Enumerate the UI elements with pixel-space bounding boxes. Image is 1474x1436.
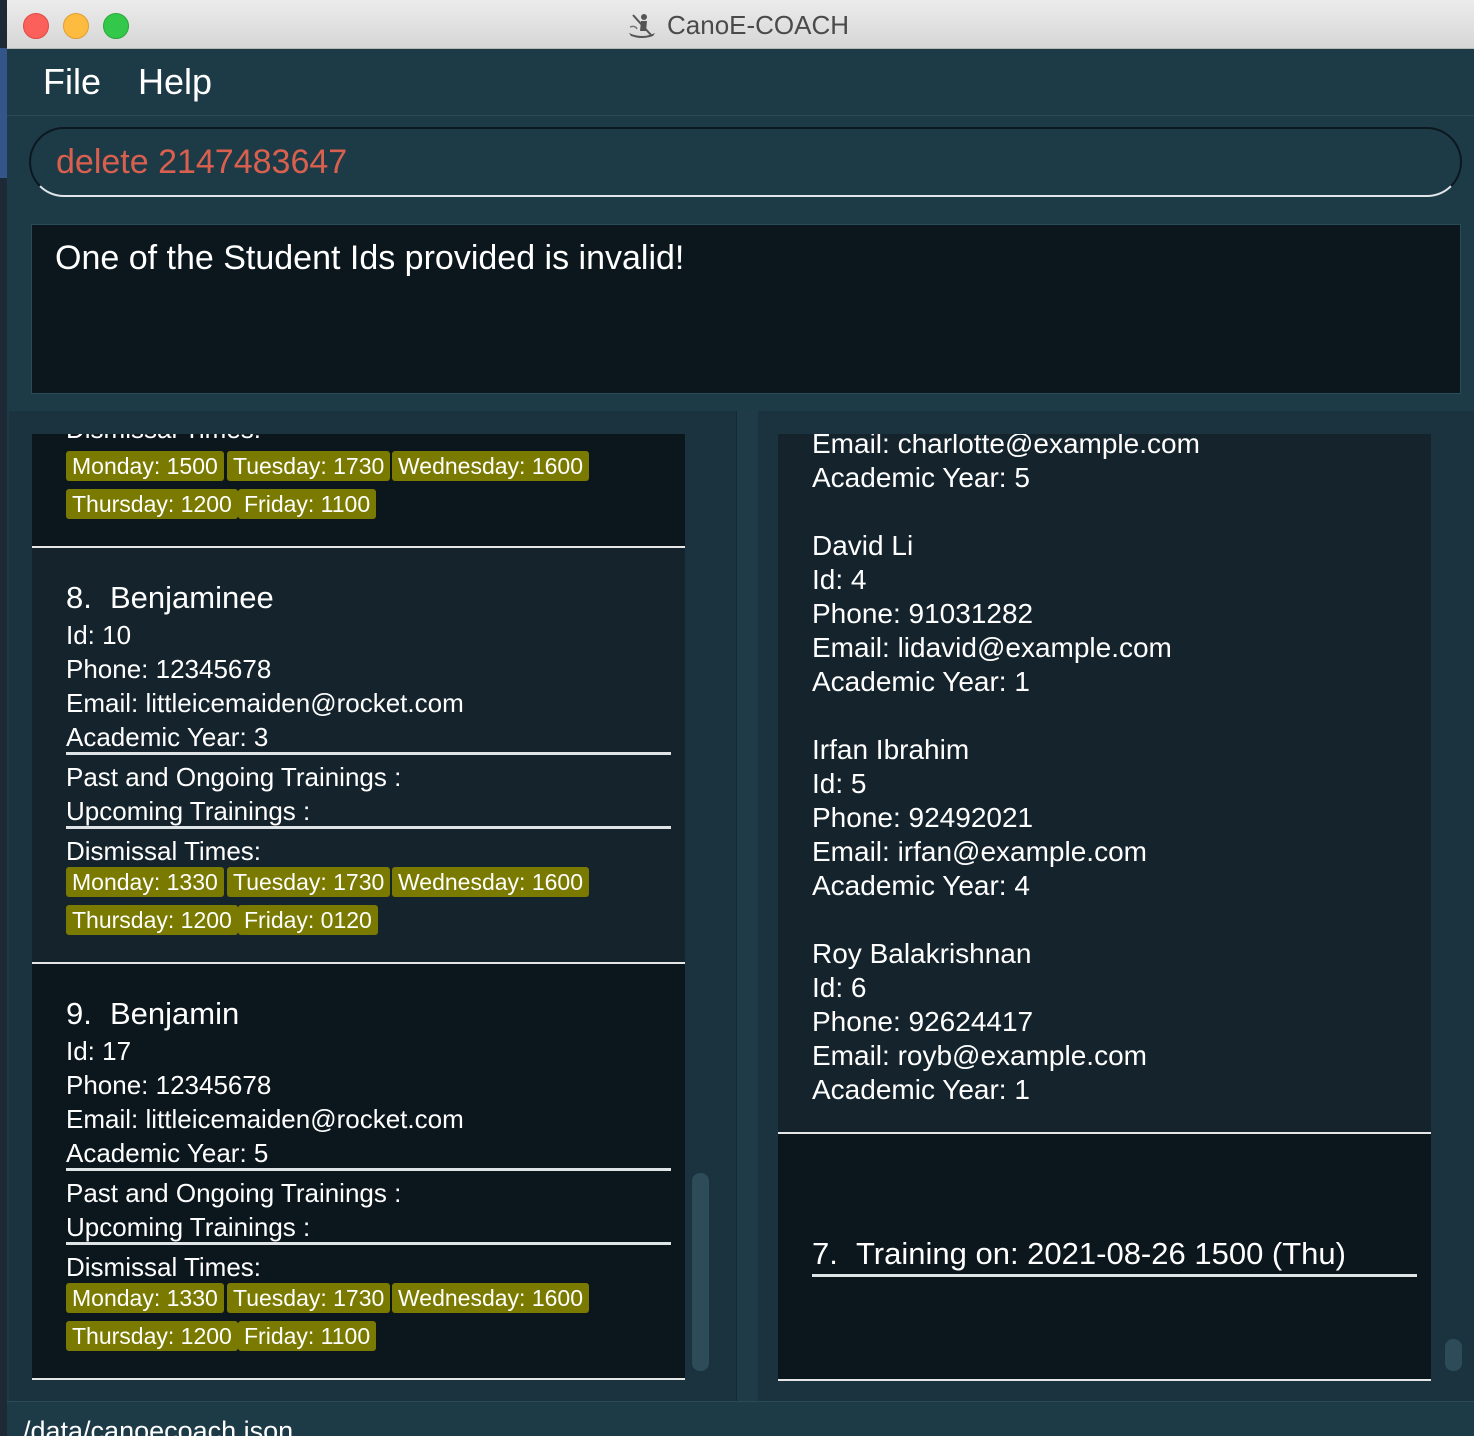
close-window-button[interactable] xyxy=(23,13,49,39)
attendee-id: Id: 5 xyxy=(812,768,867,799)
menu-bar: File Help xyxy=(7,49,1474,115)
dismissal-tag: Wednesday: 1600 xyxy=(392,867,589,897)
background-window-edge xyxy=(0,0,7,1436)
section-rule xyxy=(66,752,671,755)
dismissal-tag: Tuesday: 1730 xyxy=(227,1283,391,1313)
dismissal-tag: Wednesday: 1600 xyxy=(392,1283,589,1313)
student-card[interactable]: 8. Benjaminee Id: 10 Phone: 12345678 Ema… xyxy=(32,548,685,964)
dismissal-tag: Monday: 1330 xyxy=(66,867,224,897)
result-display: One of the Student Ids provided is inval… xyxy=(31,224,1461,394)
attendee-id: Id: 4 xyxy=(812,564,867,595)
student-phone: Phone: 12345678 xyxy=(66,654,272,684)
student-list-panel: Dismissal Times: Monday: 1500 Tuesday: 1… xyxy=(9,411,736,1401)
title-bar: CanoE-COACH xyxy=(7,0,1474,49)
section-rule xyxy=(66,1168,671,1171)
dismissal-times-label: Dismissal Times: xyxy=(66,836,262,866)
training-list-viewport[interactable]: Email: charlotte@example.com Academic Ye… xyxy=(778,434,1431,1381)
split-pane-divider[interactable] xyxy=(736,411,760,1401)
command-input[interactable]: delete 2147483647 xyxy=(29,127,1462,197)
past-trainings-label: Past and Ongoing Trainings : xyxy=(66,1178,402,1208)
student-id: Id: 10 xyxy=(66,620,132,650)
dismissal-tag: Monday: 1330 xyxy=(66,1283,224,1313)
minimize-window-button[interactable] xyxy=(63,13,89,39)
student-card-partial[interactable]: Dismissal Times: Monday: 1500 Tuesday: 1… xyxy=(32,434,685,548)
result-display-area: One of the Student Ids provided is inval… xyxy=(7,211,1474,411)
past-trainings-label: Past and Ongoing Trainings : xyxy=(66,762,402,792)
section-rule xyxy=(66,1242,671,1245)
attendee-academic-year: Academic Year: 1 xyxy=(812,666,1030,697)
training-index: 7. xyxy=(812,1236,838,1271)
attendee-name: Irfan Ibrahim xyxy=(812,734,970,765)
attendee-academic-year: Academic Year: 5 xyxy=(812,462,1030,493)
student-index: 8. xyxy=(66,580,92,615)
section-rule xyxy=(66,826,671,829)
window-title: CanoE-COACH xyxy=(667,9,850,40)
attendee-name: David Li xyxy=(812,530,914,561)
attendee-academic-year: Academic Year: 1 xyxy=(812,1074,1030,1105)
status-bar: /data/canoecoach.json xyxy=(7,1401,1474,1436)
app-window: CanoE-COACH File Help delete 2147483647 … xyxy=(7,0,1474,1436)
dismissal-times-label: Dismissal Times: xyxy=(66,434,261,445)
training-title: Training on: 2021-08-26 1500 (Thu) xyxy=(856,1236,1346,1271)
dismissal-tag: Wednesday: 1600 xyxy=(392,451,589,481)
training-card[interactable]: Email: charlotte@example.com Academic Ye… xyxy=(778,434,1431,1134)
canoe-icon xyxy=(629,14,655,38)
attendee-email: Email: royb@example.com xyxy=(812,1040,1147,1071)
attendee-phone: Phone: 92624417 xyxy=(812,1006,1034,1037)
dismissal-tag: Tuesday: 1730 xyxy=(227,867,391,897)
attendee-name: Roy Balakrishnan xyxy=(812,938,1032,969)
dismissal-tag: Tuesday: 1730 xyxy=(227,451,391,481)
dismissal-tag: Friday: 1100 xyxy=(238,489,377,519)
attendee-id: Id: 6 xyxy=(812,972,867,1003)
student-name: Benjamin xyxy=(110,996,240,1031)
maximize-window-button[interactable] xyxy=(103,13,129,39)
command-box-area: delete 2147483647 xyxy=(7,115,1474,212)
student-id: Id: 17 xyxy=(66,1036,132,1066)
student-name: Benjaminee xyxy=(110,580,274,615)
student-card[interactable]: 9. Benjamin Id: 17 Phone: 12345678 Email… xyxy=(32,964,685,1380)
student-index: 9. xyxy=(66,996,92,1031)
student-list-scrollbar[interactable] xyxy=(692,1173,709,1371)
training-list-scrollbar[interactable] xyxy=(1445,1339,1462,1371)
dismissal-tag: Monday: 1500 xyxy=(66,451,224,481)
upcoming-trainings-label: Upcoming Trainings : xyxy=(66,796,311,826)
training-list-panel: Email: charlotte@example.com Academic Ye… xyxy=(758,411,1474,1401)
attendee-phone: Phone: 92492021 xyxy=(812,802,1034,833)
student-list-viewport[interactable]: Dismissal Times: Monday: 1500 Tuesday: 1… xyxy=(32,434,685,1381)
dismissal-tag: Thursday: 1200 xyxy=(66,905,238,935)
student-phone: Phone: 12345678 xyxy=(66,1070,272,1100)
save-location: /data/canoecoach.json xyxy=(23,1416,294,1436)
dismissal-tag: Friday: 1100 xyxy=(238,1321,377,1351)
student-academic-year: Academic Year: 3 xyxy=(66,722,269,752)
student-academic-year: Academic Year: 5 xyxy=(66,1138,269,1168)
card-separator xyxy=(778,1379,1431,1381)
section-rule xyxy=(812,1274,1417,1277)
attendee-email: Email: irfan@example.com xyxy=(812,836,1147,867)
background-window-highlight xyxy=(0,48,7,178)
command-input-text: delete 2147483647 xyxy=(56,143,348,181)
attendee-phone: Phone: 91031282 xyxy=(812,598,1034,629)
training-card[interactable]: 7. Training on: 2021-08-26 1500 (Thu) xyxy=(778,1134,1431,1381)
dismissal-times-label: Dismissal Times: xyxy=(66,1252,262,1282)
list-panels: Dismissal Times: Monday: 1500 Tuesday: 1… xyxy=(7,411,1474,1401)
dismissal-tag: Thursday: 1200 xyxy=(66,1321,238,1351)
attendee-email: Email: charlotte@example.com xyxy=(812,434,1200,459)
menu-file[interactable]: File xyxy=(43,61,101,103)
upcoming-trainings-label: Upcoming Trainings : xyxy=(66,1212,311,1242)
student-email: Email: littleicemaiden@rocket.com xyxy=(66,1104,464,1134)
student-email: Email: littleicemaiden@rocket.com xyxy=(66,688,464,718)
dismissal-tag: Friday: 0120 xyxy=(238,905,378,935)
result-message: One of the Student Ids provided is inval… xyxy=(55,239,685,277)
dismissal-tag: Thursday: 1200 xyxy=(66,489,238,519)
attendee-email: Email: lidavid@example.com xyxy=(812,632,1172,663)
card-separator xyxy=(32,1378,685,1380)
menu-help[interactable]: Help xyxy=(138,61,212,103)
attendee-academic-year: Academic Year: 4 xyxy=(812,870,1030,901)
